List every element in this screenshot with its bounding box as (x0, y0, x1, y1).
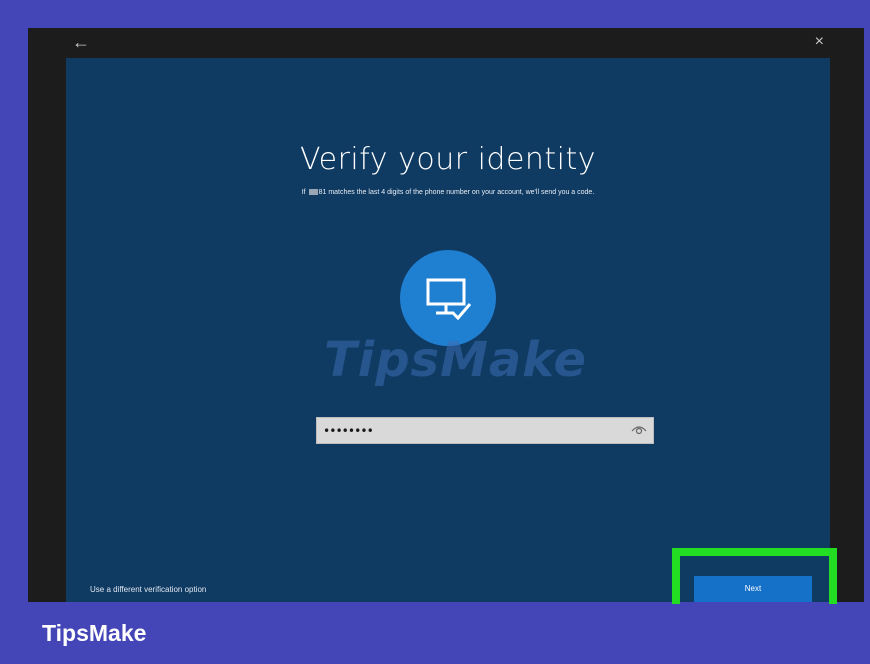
different-verification-option-link[interactable]: Use a different verification option (90, 585, 206, 594)
page-subtitle: If 81 matches the last 4 digits of the p… (66, 189, 830, 196)
brand-logo: TipsMake (42, 620, 147, 646)
close-icon[interactable]: × (815, 32, 824, 52)
eye-icon[interactable] (631, 423, 647, 437)
verify-identity-panel: Verify your identity If 81 matches the l… (66, 58, 830, 602)
next-button[interactable]: Next (694, 576, 812, 602)
monitor-check-icon (426, 278, 472, 321)
watermark-logo: TipsMake (324, 332, 588, 388)
password-input[interactable] (323, 421, 613, 440)
back-arrow-icon[interactable]: ← (72, 32, 90, 52)
masked-digits (308, 189, 318, 195)
password-field[interactable] (316, 417, 654, 444)
title-bar: ← × (28, 28, 864, 58)
app-window: ← × Verify your identity If 81 matches t… (28, 28, 864, 602)
subtitle-suffix: matches the last 4 digits of the phone n… (326, 189, 595, 196)
page-title: Verify your identity (299, 142, 597, 177)
subtitle-prefix: If (301, 189, 308, 196)
